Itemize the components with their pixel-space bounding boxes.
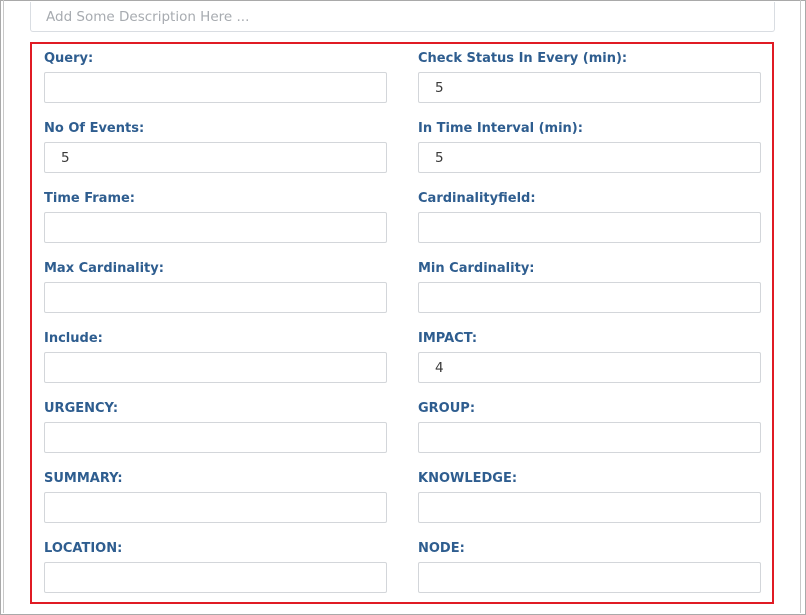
- check-status-label: Check Status In Every (min):: [418, 51, 628, 66]
- urgency-label: URGENCY:: [44, 401, 119, 416]
- time-interval-label: In Time Interval (min):: [418, 121, 583, 136]
- right-divider: [800, 0, 801, 613]
- impact-label: IMPACT:: [418, 331, 478, 346]
- summary-input[interactable]: [44, 492, 387, 523]
- knowledge-label: KNOWLEDGE:: [418, 471, 518, 486]
- no-of-events-label: No Of Events:: [44, 121, 145, 136]
- description-input[interactable]: [30, 2, 775, 32]
- time-frame-input[interactable]: [44, 212, 387, 243]
- left-divider: [3, 0, 4, 613]
- knowledge-input[interactable]: [418, 492, 761, 523]
- query-label: Query:: [44, 51, 94, 66]
- include-label: Include:: [44, 331, 103, 346]
- cardinalityfield-label: Cardinalityfield:: [418, 191, 536, 206]
- time-interval-input[interactable]: [418, 142, 761, 173]
- max-cardinality-label: Max Cardinality:: [44, 261, 164, 276]
- time-frame-label: Time Frame:: [44, 191, 136, 206]
- summary-label: SUMMARY:: [44, 471, 123, 486]
- node-input[interactable]: [418, 562, 761, 593]
- group-input[interactable]: [418, 422, 761, 453]
- cardinalityfield-input[interactable]: [418, 212, 761, 243]
- location-label: LOCATION:: [44, 541, 123, 556]
- group-label: GROUP:: [418, 401, 476, 416]
- include-input[interactable]: [44, 352, 387, 383]
- check-status-input[interactable]: [418, 72, 761, 103]
- impact-input[interactable]: [418, 352, 761, 383]
- max-cardinality-input[interactable]: [44, 282, 387, 313]
- query-input[interactable]: [44, 72, 387, 103]
- min-cardinality-input[interactable]: [418, 282, 761, 313]
- node-label: NODE:: [418, 541, 465, 556]
- location-input[interactable]: [44, 562, 387, 593]
- urgency-input[interactable]: [44, 422, 387, 453]
- no-of-events-input[interactable]: [44, 142, 387, 173]
- min-cardinality-label: Min Cardinality:: [418, 261, 535, 276]
